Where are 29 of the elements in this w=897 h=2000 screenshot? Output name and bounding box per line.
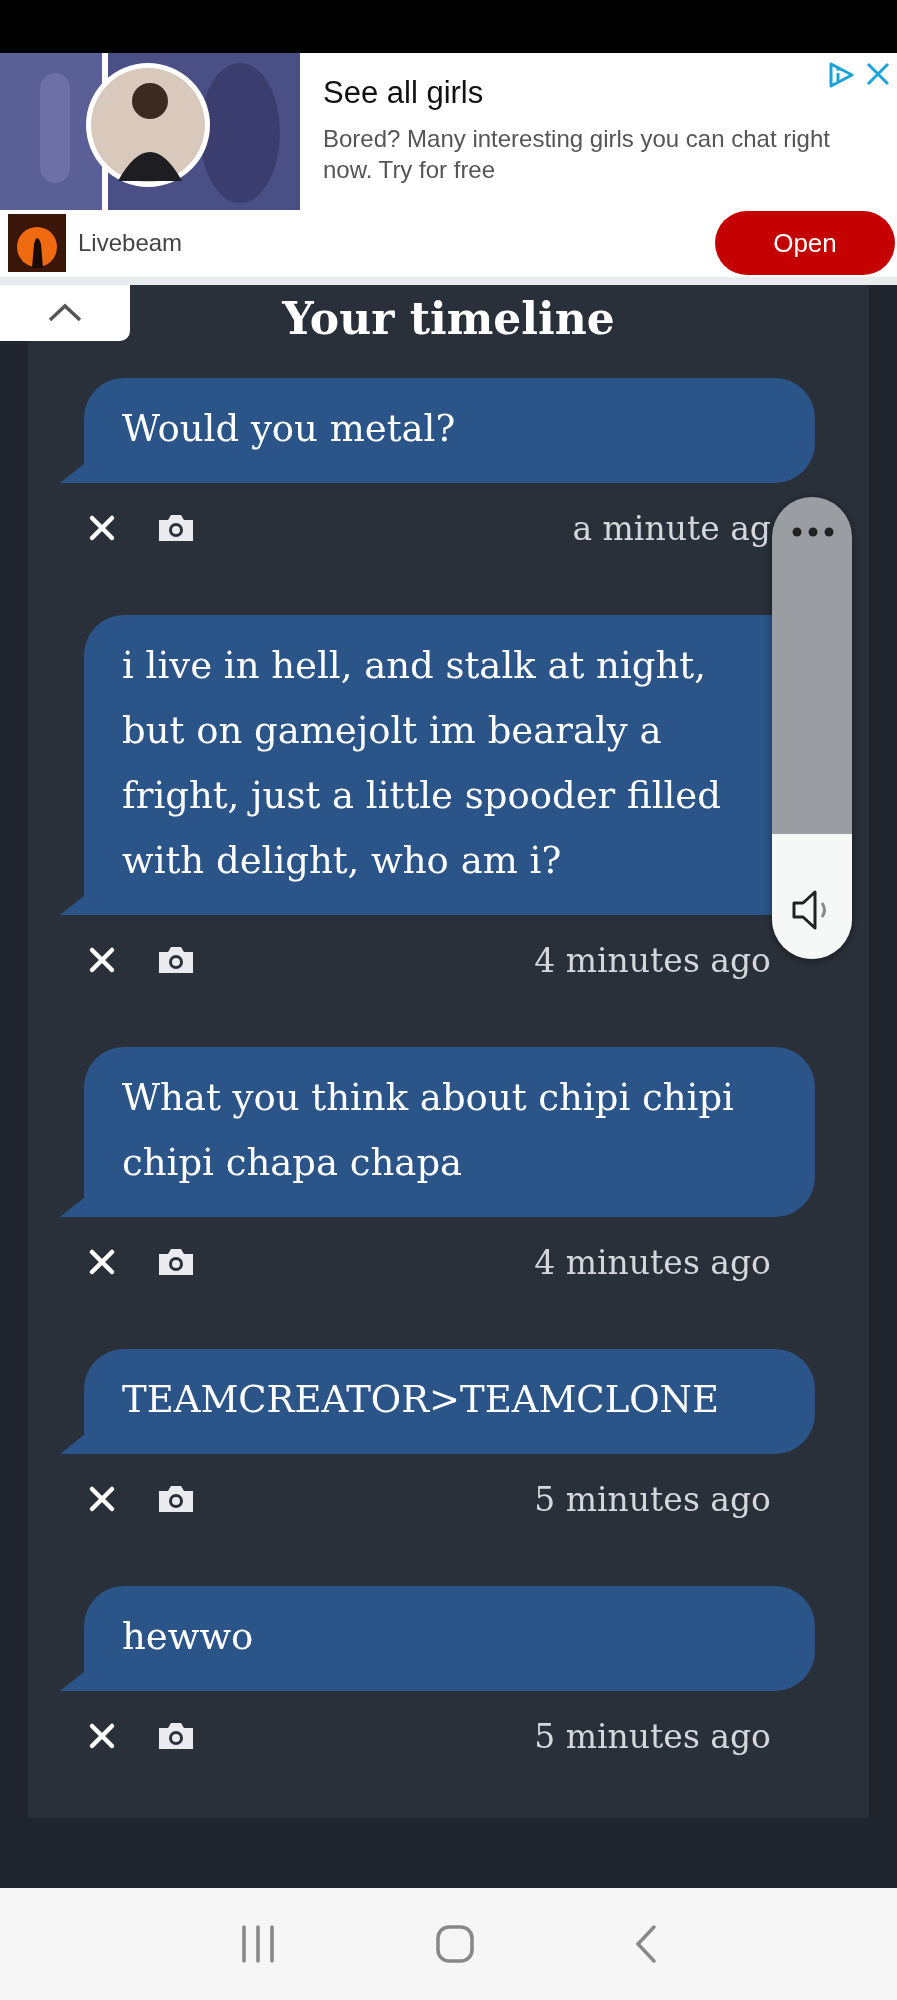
timestamp: 5 minutes ago (534, 1479, 771, 1519)
timestamp: a minute ag (572, 508, 771, 548)
close-icon[interactable] (865, 61, 891, 87)
collapse-button[interactable] (0, 285, 130, 341)
recent-apps-button[interactable] (239, 1924, 276, 1964)
timestamp: 4 minutes ago (534, 1242, 771, 1282)
back-button[interactable] (633, 1924, 658, 1964)
ad-title[interactable]: See all girls (323, 75, 897, 111)
camera-button[interactable] (156, 1483, 196, 1515)
delete-button[interactable] (88, 946, 116, 974)
timestamp: 4 minutes ago (534, 940, 771, 980)
timestamp: 5 minutes ago (534, 1716, 771, 1756)
volume-slider[interactable] (772, 497, 852, 959)
home-button[interactable] (434, 1924, 475, 1964)
camera-button[interactable] (156, 1246, 196, 1278)
open-button[interactable]: Open (715, 211, 895, 275)
more-icon[interactable] (792, 527, 834, 537)
delete-button[interactable] (88, 514, 116, 542)
camera-button[interactable] (156, 944, 196, 976)
advertiser-name: Livebeam (78, 229, 184, 257)
delete-button[interactable] (88, 1248, 116, 1276)
delete-button[interactable] (88, 1722, 116, 1750)
ad-description: Bored? Many interesting girls you can chat right now. Try for free (323, 124, 831, 185)
chevron-up-icon (47, 303, 83, 323)
camera-button[interactable] (156, 512, 196, 544)
timeline-title: Your timeline (282, 293, 615, 344)
delete-button[interactable] (88, 1485, 116, 1513)
camera-button[interactable] (156, 1720, 196, 1752)
ad-choices-icon[interactable] (827, 61, 855, 89)
